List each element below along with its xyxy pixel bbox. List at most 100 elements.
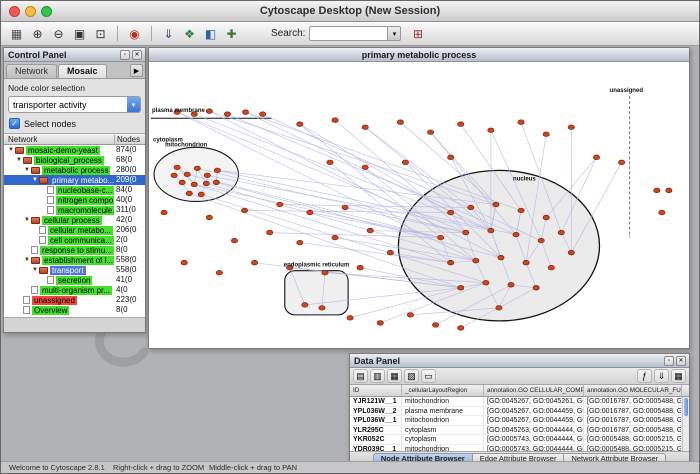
tree-collapse-icon[interactable]: ▼ <box>23 257 31 263</box>
network-tree-row[interactable]: multi-organism pr...4(0 <box>4 285 145 295</box>
graph-node[interactable] <box>458 122 464 127</box>
graph-node[interactable] <box>302 303 308 308</box>
network-tree-row[interactable]: ▼primary metabo...209(0 <box>4 175 145 185</box>
graph-node[interactable] <box>161 210 167 215</box>
graph-node[interactable] <box>267 230 273 235</box>
graph-node[interactable] <box>198 192 204 197</box>
window-titlebar[interactable]: Cytoscape Desktop (New Session) <box>1 1 699 22</box>
float-panel-icon[interactable]: ▫ <box>120 50 130 60</box>
graph-node[interactable] <box>402 160 408 165</box>
graph-node[interactable] <box>171 173 177 178</box>
graph-node[interactable] <box>367 228 373 233</box>
graph-node[interactable] <box>558 230 564 235</box>
network-tree-row[interactable]: ▼mosaic-demo-yeast874(0 <box>4 145 145 155</box>
network-tree-row[interactable]: cellular metabo...206(0 <box>4 225 145 235</box>
graph-node[interactable] <box>488 128 494 133</box>
graph-node[interactable] <box>319 306 325 311</box>
clear-attribute-icon[interactable]: ▭ <box>421 369 436 383</box>
graph-node[interactable] <box>468 205 474 210</box>
table-row[interactable]: YKR052Ccytoplasm[GO:0005743, GO:0044444,… <box>350 435 689 445</box>
graph-node[interactable] <box>496 306 502 311</box>
network-tree-row[interactable]: ▼cellular process42(0 <box>4 215 145 225</box>
create-attribute-icon[interactable]: ▦ <box>387 369 402 383</box>
table-row[interactable]: YDR039C__1mitochondrion[GO:0005743, GO:0… <box>350 445 689 452</box>
table-column-header[interactable]: _cellularLayoutRegion <box>402 385 484 396</box>
graph-node[interactable] <box>322 270 328 275</box>
graph-node[interactable] <box>377 321 383 326</box>
graph-node[interactable] <box>184 172 190 177</box>
graph-node[interactable] <box>548 265 554 270</box>
graph-node[interactable] <box>181 260 187 265</box>
table-column-header[interactable]: ID <box>350 385 402 396</box>
graph-node[interactable] <box>204 173 210 178</box>
graph-node[interactable] <box>458 326 464 331</box>
network-image-icon[interactable]: ▦ <box>7 24 26 43</box>
attribute-grid-icon[interactable]: ▦ <box>671 369 686 383</box>
tab-mosaic[interactable]: Mosaic <box>58 64 107 78</box>
tree-collapse-icon[interactable]: ▼ <box>7 147 15 153</box>
graph-node[interactable] <box>387 250 393 255</box>
network-overview-icon[interactable]: ⊞ <box>408 24 427 43</box>
graph-node[interactable] <box>224 112 230 117</box>
search-dropdown-icon[interactable]: ▾ <box>387 26 401 41</box>
graph-node[interactable] <box>214 168 220 173</box>
graph-node[interactable] <box>203 181 209 186</box>
table-row[interactable]: YPL036W__2plasma membrane[GO:0045267, GO… <box>350 407 689 417</box>
graph-node[interactable] <box>213 180 219 185</box>
data-panel-titlebar[interactable]: Data Panel ▫ ✕ <box>350 354 689 368</box>
table-scrollbar[interactable] <box>682 397 689 451</box>
graph-node[interactable] <box>498 255 504 260</box>
network-tree-row[interactable]: cell communica...2(0 <box>4 235 145 245</box>
network-tree-row[interactable]: ▼metabolic process280(0 <box>4 165 145 175</box>
close-datapanel-icon[interactable]: ✕ <box>676 356 686 366</box>
graph-node[interactable] <box>654 188 660 193</box>
graph-node[interactable] <box>427 130 433 135</box>
graph-node[interactable] <box>432 323 438 328</box>
tab-network[interactable]: Network <box>6 64 57 78</box>
graph-node[interactable] <box>538 238 544 243</box>
table-column-header[interactable]: annotation.GO CELLULAR_COMPONENT <box>484 385 584 396</box>
graph-node[interactable] <box>342 205 348 210</box>
graph-node[interactable] <box>508 282 514 287</box>
table-row[interactable]: YPL036W__1mitochondrion[GO:0045267, GO:0… <box>350 416 689 426</box>
graph-node[interactable] <box>523 260 529 265</box>
graph-node[interactable] <box>206 215 212 220</box>
control-panel-titlebar[interactable]: Control Panel ▫ ✕ <box>4 48 145 62</box>
network-window-titlebar[interactable]: primary metabolic process <box>149 48 689 62</box>
import-network-icon[interactable]: ⇓ <box>159 24 178 43</box>
zoom-fit-icon[interactable]: ⊡ <box>91 24 110 43</box>
graph-node[interactable] <box>362 165 368 170</box>
network-tree-row[interactable]: macromolecule...311(0 <box>4 205 145 215</box>
graph-node[interactable] <box>332 118 338 123</box>
graph-node[interactable] <box>179 180 185 185</box>
table-scrollbar-thumb[interactable] <box>684 398 688 416</box>
graph-node[interactable] <box>488 228 494 233</box>
plugins-icon[interactable]: ✚ <box>222 24 241 43</box>
formula-builder-icon[interactable]: ƒ <box>637 369 652 383</box>
graph-node[interactable] <box>666 188 672 193</box>
graph-node[interactable] <box>659 210 665 215</box>
tree-header-network[interactable]: Network <box>4 135 114 144</box>
graph-node[interactable] <box>473 258 479 263</box>
network-tree-row[interactable]: response to stimu...8(0 <box>4 245 145 255</box>
select-all-attributes-icon[interactable]: ▤ <box>353 369 368 383</box>
graph-node[interactable] <box>543 132 549 137</box>
graph-node[interactable] <box>397 120 403 125</box>
float-datapanel-icon[interactable]: ▫ <box>664 356 674 366</box>
graph-node[interactable] <box>242 110 248 115</box>
table-row[interactable]: YJR121W__1mitochondrion[GO:0045267, GO:0… <box>350 397 689 407</box>
zoom-in-icon[interactable]: ⊕ <box>28 24 47 43</box>
search-input[interactable] <box>309 26 387 41</box>
unselect-all-attributes-icon[interactable]: ▥ <box>370 369 385 383</box>
network-tree-row[interactable]: ▼establishment of l...558(0 <box>4 255 145 265</box>
graph-node[interactable] <box>186 191 192 196</box>
layout-icon[interactable]: ❖ <box>180 24 199 43</box>
tree-collapse-icon[interactable]: ▼ <box>15 157 23 163</box>
graph-node[interactable] <box>206 109 212 114</box>
zoom-out-icon[interactable]: ⊖ <box>49 24 68 43</box>
graph-node[interactable] <box>407 313 413 318</box>
delete-attribute-icon[interactable]: ▨ <box>404 369 419 383</box>
network-tree-row[interactable]: nucleobase-c...84(0 <box>4 185 145 195</box>
graph-node[interactable] <box>568 125 574 130</box>
graph-node[interactable] <box>216 270 222 275</box>
